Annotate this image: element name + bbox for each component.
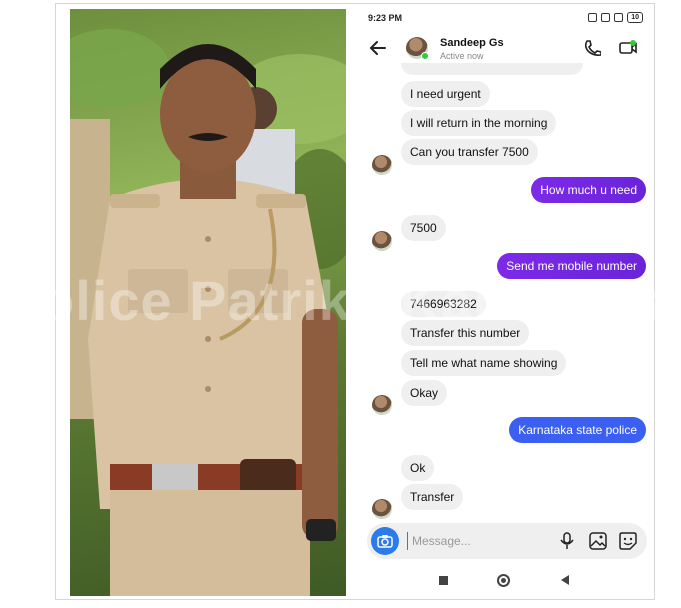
microphone-icon[interactable] xyxy=(559,532,575,550)
alarm-icon xyxy=(588,13,598,22)
video-call-icon[interactable] xyxy=(618,39,638,57)
message-incoming[interactable]: Transfer xyxy=(401,484,464,510)
recents-button[interactable] xyxy=(439,576,448,585)
message-outgoing[interactable]: Karnataka state police xyxy=(509,417,646,443)
battery-icon: 10 xyxy=(627,12,643,23)
message-incoming[interactable]: I need urgent xyxy=(401,81,490,107)
camera-icon xyxy=(377,535,393,548)
message-incoming[interactable]: Transfer this number xyxy=(401,320,530,346)
message-incoming[interactable]: Can you transfer 7500 xyxy=(401,139,538,165)
message-incoming[interactable]: Okay xyxy=(401,380,448,406)
signal-icon xyxy=(614,13,624,22)
message-outgoing[interactable]: Send me mobile number xyxy=(497,253,646,279)
contact-name[interactable]: Sandeep Gs xyxy=(440,37,504,49)
chat-screen: 9:23 PM 10 Sandeep Gs Active now I need … xyxy=(361,9,651,597)
sender-avatar xyxy=(372,395,392,415)
message-incoming[interactable]: 7500 xyxy=(401,215,446,241)
sender-avatar xyxy=(372,499,392,519)
officer-photo xyxy=(70,9,346,596)
camera-button[interactable] xyxy=(371,527,399,555)
system-back-button[interactable] xyxy=(561,575,569,585)
message-outgoing[interactable]: How much u need xyxy=(531,177,646,203)
status-bar: 9:23 PM 10 xyxy=(361,9,651,27)
message-incoming[interactable]: 7466963282 xyxy=(401,291,486,317)
message-incoming[interactable]: I will return in the morning xyxy=(401,110,557,136)
message-incoming[interactable]: Tell me what name showing xyxy=(401,350,567,376)
phone-icon[interactable] xyxy=(583,39,601,57)
officer-illustration xyxy=(70,29,346,596)
message-composer xyxy=(367,523,647,559)
gallery-icon[interactable] xyxy=(589,532,607,550)
sticker-icon[interactable] xyxy=(619,532,637,550)
online-indicator xyxy=(421,52,429,60)
status-time: 9:23 PM xyxy=(368,13,403,23)
clipped-message xyxy=(401,63,583,75)
message-input[interactable] xyxy=(407,532,547,550)
sender-avatar xyxy=(372,231,392,251)
sender-avatar xyxy=(372,155,392,175)
system-nav-bar xyxy=(361,567,651,597)
sim-icon xyxy=(601,13,611,22)
contact-status: Active now xyxy=(440,51,484,61)
status-icons: 10 xyxy=(588,12,643,23)
message-list[interactable]: I need urgent I will return in the morni… xyxy=(361,63,651,523)
home-button[interactable] xyxy=(497,574,510,587)
message-incoming[interactable]: Ok xyxy=(401,455,435,481)
back-arrow-icon[interactable] xyxy=(369,39,387,57)
